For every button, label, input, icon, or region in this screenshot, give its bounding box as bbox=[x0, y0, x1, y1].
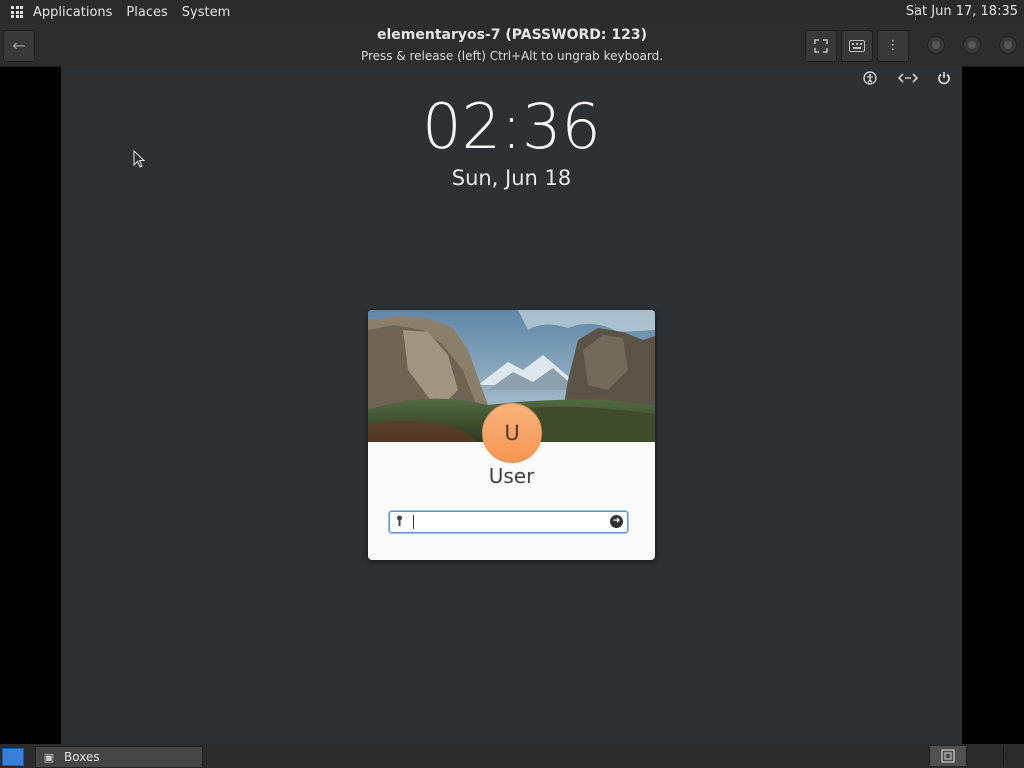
fullscreen-icon bbox=[814, 39, 828, 53]
vm-display[interactable]: 02:36 Sun, Jun 18 U User ➜ bbox=[61, 66, 962, 744]
menu-dots-icon: ⋮ bbox=[886, 38, 900, 53]
user-name: User bbox=[488, 464, 535, 488]
accessibility-icon[interactable] bbox=[862, 71, 878, 87]
boxes-headerbar: ← elementaryos-7 (PASSWORD: 123) Press &… bbox=[0, 24, 1024, 67]
apps-grid-icon[interactable] bbox=[11, 6, 23, 18]
fullscreen-button[interactable] bbox=[805, 30, 837, 62]
menu-system[interactable]: System bbox=[182, 5, 230, 20]
show-desktop-button[interactable] bbox=[2, 748, 24, 766]
taskbar-window-boxes[interactable]: ▣ Boxes bbox=[35, 746, 203, 768]
keyboard-layout-icon[interactable] bbox=[898, 71, 918, 87]
maximize-button[interactable] bbox=[963, 36, 981, 54]
power-icon[interactable] bbox=[936, 71, 952, 87]
lock-clock: 02:36 bbox=[422, 90, 601, 163]
user-avatar: U bbox=[482, 403, 542, 463]
text-caret bbox=[413, 515, 414, 529]
panel-clock[interactable]: Sat Jun 17, 18:35 bbox=[906, 4, 1018, 19]
workspace-1[interactable] bbox=[929, 746, 966, 766]
boxes-app-icon: ▣ bbox=[43, 751, 55, 764]
submit-arrow-icon[interactable]: ➜ bbox=[610, 515, 623, 528]
password-field[interactable]: ➜ bbox=[389, 511, 628, 533]
workspace-3[interactable] bbox=[1003, 746, 1024, 766]
keyboard-button[interactable] bbox=[841, 30, 873, 62]
login-card: U User ➜ bbox=[368, 310, 655, 560]
lock-date: Sun, Jun 18 bbox=[451, 166, 572, 190]
bottom-panel: ▣ Boxes bbox=[0, 744, 1024, 768]
boxes-app-icon bbox=[941, 749, 955, 763]
taskbar-window-label: Boxes bbox=[64, 750, 100, 764]
menu-applications[interactable]: Applications bbox=[33, 5, 112, 20]
top-panel: Applications Places System Sat Jun 17, 1… bbox=[0, 0, 1024, 24]
menu-button[interactable]: ⋮ bbox=[877, 30, 909, 62]
close-button[interactable] bbox=[999, 36, 1017, 54]
menu-places[interactable]: Places bbox=[126, 5, 167, 20]
minimize-button[interactable] bbox=[927, 36, 945, 54]
key-icon bbox=[396, 515, 403, 529]
workspace-2[interactable] bbox=[966, 746, 1003, 766]
keyboard-icon bbox=[849, 40, 865, 52]
mouse-pointer-icon bbox=[133, 150, 145, 168]
